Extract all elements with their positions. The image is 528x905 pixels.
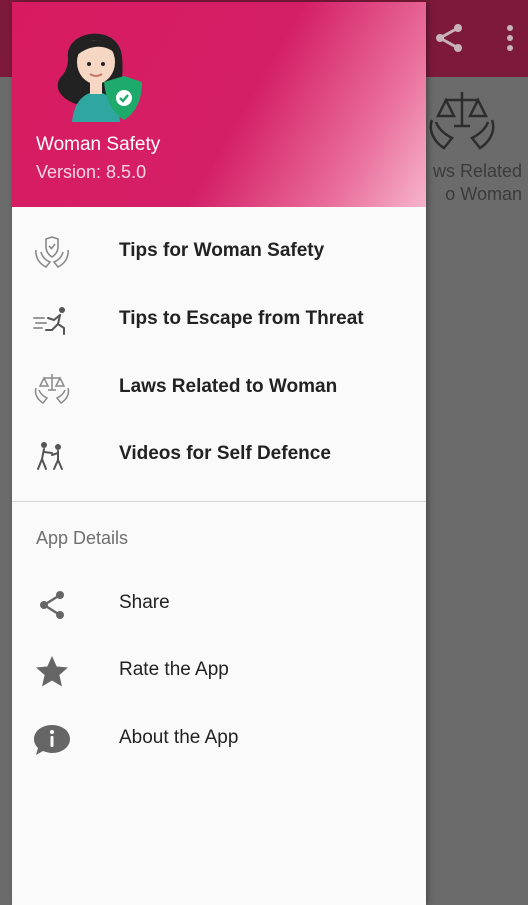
running-person-icon [33,307,65,335]
menu-label: About the App [119,727,239,748]
scales-hands-icon [429,92,495,150]
navigation-drawer: Woman Safety Version: 8.5.0 Tips for Wom… [12,2,426,905]
section-title-app-details: App Details [36,528,129,548]
self-defence-icon [37,442,63,470]
menu-label: Rate the App [119,659,229,680]
menu-label: Share [119,592,170,613]
safety-shield-hands-icon [35,236,69,269]
drawer-header: Woman Safety Version: 8.5.0 [12,2,426,207]
woman-shield-avatar-icon [57,33,142,122]
star-icon [36,656,68,687]
menu-item-escape-threat[interactable]: Tips to Escape from Threat [12,288,426,352]
menu-label: Tips for Woman Safety [119,240,325,261]
scales-hands-icon [34,374,70,404]
share-icon [40,591,64,619]
info-icon [34,725,70,755]
share-icon[interactable] [432,20,468,56]
app-version: Version: 8.5.0 [36,162,147,182]
more-options-icon[interactable] [500,20,520,56]
menu-label: Laws Related to Woman [119,376,338,397]
menu-item-laws[interactable]: Laws Related to Woman [12,356,426,420]
menu-item-tips-safety[interactable]: Tips for Woman Safety [12,220,426,284]
menu-item-about-app[interactable]: About the App [12,707,426,771]
menu-label: Videos for Self Defence [119,443,331,464]
menu-item-self-defence-videos[interactable]: Videos for Self Defence [12,423,426,487]
divider [12,501,426,502]
menu-item-share[interactable]: Share [12,572,426,636]
app-name: Woman Safety [36,134,161,155]
menu-item-rate-app[interactable]: Rate the App [12,639,426,703]
menu-label: Tips to Escape from Threat [119,308,364,329]
